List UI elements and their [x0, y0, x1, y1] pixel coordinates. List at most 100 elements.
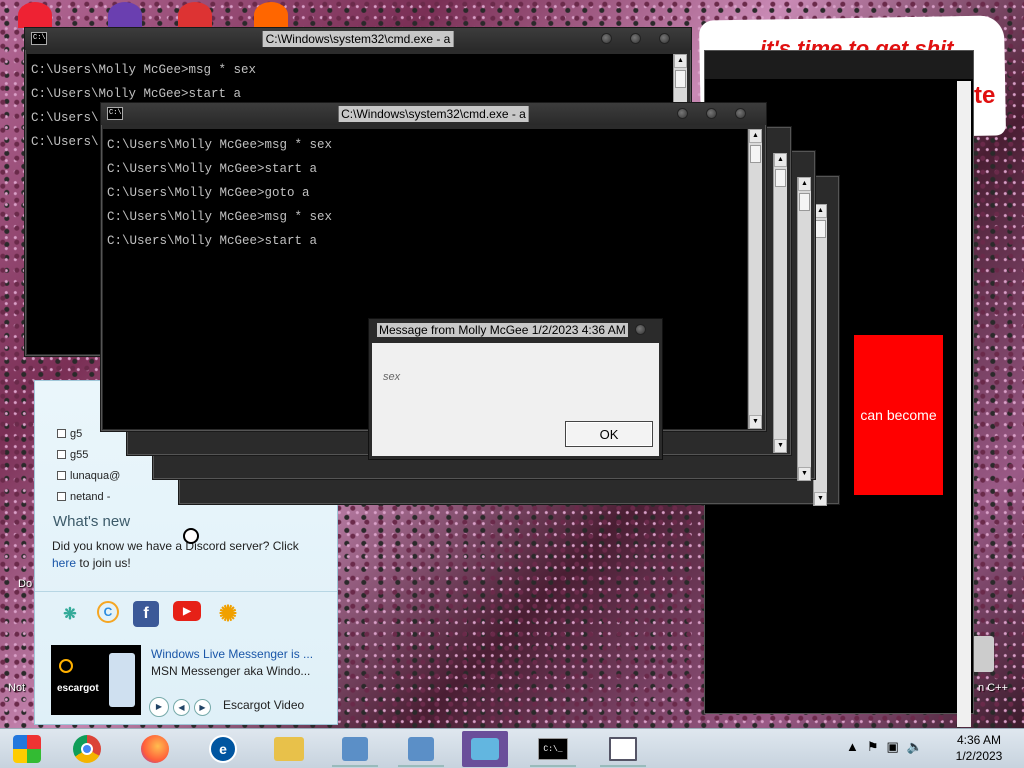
- previous-icon[interactable]: ◀: [173, 698, 190, 716]
- desktop-top-icon-circle[interactable]: [178, 2, 212, 28]
- chrome-icon: [73, 735, 101, 763]
- dialog-title-bar[interactable]: Message from Molly McGee 1/2/2023 4:36 A…: [369, 319, 662, 341]
- wallpaper-banner-text2: te: [974, 82, 996, 109]
- network-icon[interactable]: ▣: [887, 739, 899, 755]
- whats-new-title: What's new: [53, 513, 131, 530]
- contact-name: g55: [70, 448, 89, 461]
- taskbar-window[interactable]: [600, 731, 646, 767]
- computer-program-icon: [342, 737, 368, 761]
- flag-icon[interactable]: ⚑: [867, 739, 879, 755]
- whats-new-text-before: Did you know we have a Discord server? C…: [52, 539, 299, 553]
- recycle-bin-icon[interactable]: [972, 636, 994, 672]
- msn-icon: e: [209, 735, 237, 763]
- taskbar-msn[interactable]: e: [200, 731, 246, 767]
- scroll-thumb[interactable]: [750, 145, 761, 163]
- window-title: C:\Windows\system32\cmd.exe - a: [262, 31, 454, 47]
- dialog-title: Message from Molly McGee 1/2/2023 4:36 A…: [377, 323, 628, 337]
- window-title: C:\Windows\system32\cmd.exe - a: [338, 106, 529, 122]
- contact-checkbox[interactable]: [57, 471, 66, 480]
- ok-button[interactable]: OK: [565, 421, 653, 447]
- play-icon[interactable]: ▶: [149, 697, 169, 717]
- scrollbar[interactable]: ▲▼: [797, 177, 811, 481]
- start-orb-icon: [13, 735, 41, 763]
- scroll-thumb[interactable]: [815, 220, 826, 238]
- scroll-down-icon[interactable]: ▼: [774, 439, 787, 453]
- contact-name: lunaqua@: [70, 469, 121, 482]
- close-button[interactable]: [635, 324, 646, 335]
- start-button[interactable]: [4, 731, 50, 767]
- sun-icon[interactable]: ✺: [215, 601, 241, 627]
- taskbar-firefox[interactable]: [132, 731, 178, 767]
- scroll-up-icon[interactable]: ▲: [798, 177, 811, 191]
- title-bar[interactable]: C:\ C:\Windows\system32\cmd.exe - a: [101, 103, 766, 125]
- facebook-icon[interactable]: f: [133, 601, 159, 627]
- social-links: ❋ C f ▶ ✺: [57, 601, 241, 627]
- close-button[interactable]: [735, 108, 746, 119]
- console-line: C:\Users\Molly McGee>msg * sex: [107, 210, 333, 224]
- console-line: C:\Users\Molly McGee>start a: [107, 234, 318, 248]
- contact-checkbox[interactable]: [57, 429, 66, 438]
- desktop-icon-label: n C++: [978, 682, 1008, 694]
- scroll-down-icon[interactable]: ▼: [814, 492, 827, 506]
- scroll-thumb[interactable]: [799, 193, 810, 211]
- maximize-button[interactable]: [706, 108, 717, 119]
- cmd-icon[interactable]: C:\: [31, 32, 47, 45]
- contact-checkbox[interactable]: [57, 450, 66, 459]
- message-dialog[interactable]: Message from Molly McGee 1/2/2023 4:36 A…: [368, 318, 663, 460]
- contact-name: g5: [70, 427, 83, 440]
- youtube-icon[interactable]: ▶: [173, 601, 201, 621]
- contact-checkbox[interactable]: [57, 492, 66, 501]
- taskbar-program-1[interactable]: [332, 731, 378, 767]
- scroll-thumb[interactable]: [775, 169, 786, 187]
- taskbar-cmd[interactable]: C:\_: [530, 731, 576, 767]
- msn-butterfly-icon[interactable]: ❋: [57, 601, 83, 627]
- contact-item[interactable]: netand -: [57, 486, 120, 507]
- minimize-button[interactable]: [601, 33, 612, 44]
- volume-icon[interactable]: 🔈: [907, 739, 923, 755]
- next-icon[interactable]: ▶: [194, 698, 211, 716]
- maximize-button[interactable]: [630, 33, 641, 44]
- folder-icon: [274, 737, 304, 761]
- clock[interactable]: 4:36 AM 1/2/2023: [944, 732, 1014, 764]
- escargot-icon[interactable]: C: [97, 601, 119, 623]
- desktop-icon-label: Do: [18, 578, 33, 590]
- contact-item[interactable]: g55: [57, 444, 120, 465]
- firefox-icon: [141, 735, 169, 763]
- taskbar-program-2[interactable]: [398, 731, 444, 767]
- scroll-down-icon[interactable]: ▼: [798, 467, 811, 481]
- scroll-up-icon[interactable]: ▲: [749, 129, 762, 143]
- red-panel: can become: [854, 335, 943, 495]
- divider: [35, 591, 337, 592]
- taskbar-chrome[interactable]: [64, 731, 110, 767]
- scroll-up-icon[interactable]: ▲: [674, 54, 687, 68]
- scroll-thumb[interactable]: [675, 70, 686, 88]
- scroll-up-icon[interactable]: ▲: [774, 153, 787, 167]
- news-title-link[interactable]: Windows Live Messenger is ...: [151, 647, 313, 661]
- cmd-icon[interactable]: C:\: [107, 107, 123, 120]
- desktop-top-icon-firefox[interactable]: [254, 2, 288, 28]
- taskbar-file-explorer[interactable]: [266, 731, 312, 767]
- desktop-top-icon-red[interactable]: [18, 2, 52, 28]
- desktop-icon-label: Not: [8, 682, 26, 694]
- close-button[interactable]: [659, 33, 670, 44]
- scroll-down-icon[interactable]: ▼: [749, 415, 762, 429]
- system-tray: ▲ ⚑ ▣ 🔈: [846, 739, 923, 755]
- discord-link[interactable]: here: [52, 556, 76, 570]
- console-line: C:\Users\Molly McGee>msg * sex: [107, 138, 333, 152]
- minimize-button[interactable]: [677, 108, 688, 119]
- title-bar[interactable]: C:\ C:\Windows\system32\cmd.exe - a: [25, 28, 691, 50]
- desktop-top-icon-purple[interactable]: [108, 2, 142, 28]
- phone-image-icon: [109, 653, 135, 707]
- taskbar-messenger[interactable]: [462, 731, 508, 767]
- background-window-scrollbar[interactable]: [957, 81, 971, 727]
- messenger-users-icon: [471, 738, 499, 760]
- scrollbar[interactable]: ▲▼: [748, 129, 762, 429]
- red-panel-text: can become: [860, 407, 937, 423]
- console-line: C:\Users\Molly McGee>msg * sex: [31, 63, 257, 77]
- show-hidden-icons-icon[interactable]: ▲: [846, 739, 859, 755]
- scrollbar[interactable]: ▲▼: [773, 153, 787, 453]
- video-thumbnail[interactable]: escargot: [51, 645, 141, 715]
- contact-item[interactable]: lunaqua@: [57, 465, 120, 486]
- escargot-logo-icon: [59, 659, 73, 673]
- window-app-icon: [609, 737, 637, 761]
